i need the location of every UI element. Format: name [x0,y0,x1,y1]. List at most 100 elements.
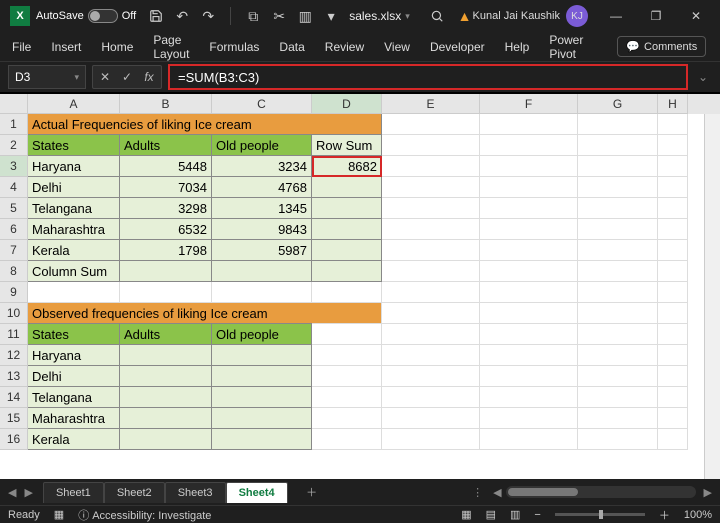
table1-old-4[interactable]: 4768 [212,177,312,198]
cell-E2[interactable] [382,135,480,156]
table1-title[interactable]: Actual Frequencies of liking Ice cream [28,114,382,135]
sheet-tab-sheet1[interactable]: Sheet1 [43,482,104,503]
search-icon[interactable] [429,8,445,24]
tab-help[interactable]: Help [503,36,532,58]
tab-power-pivot[interactable]: Power Pivot [547,29,585,65]
table2-state-12[interactable]: Haryana [28,345,120,366]
enter-formula-icon[interactable]: ✓ [119,70,135,84]
cell-F10[interactable] [480,303,578,324]
cell-G1[interactable] [578,114,658,135]
table2-state-15[interactable]: Maharashtra [28,408,120,429]
table2-header-oldpeople[interactable]: Old people [212,324,312,345]
cell-H5[interactable] [658,198,688,219]
table2-state-14[interactable]: Telangana [28,387,120,408]
cell-F11[interactable] [480,324,578,345]
table1-column-sum-label[interactable]: Column Sum [28,261,120,282]
row-header-14[interactable]: 14 [0,387,28,408]
cell-F4[interactable] [480,177,578,198]
tab-review[interactable]: Review [323,36,366,58]
copy-icon[interactable]: ⧉ [245,8,261,24]
cell-E10[interactable] [382,303,480,324]
cell-E7[interactable] [382,240,480,261]
row-header-2[interactable]: 2 [0,135,28,156]
row-header-10[interactable]: 10 [0,303,28,324]
cell-G9[interactable] [578,282,658,303]
user-account[interactable]: Kunal Jai Kaushik KJ [473,5,588,27]
tab-insert[interactable]: Insert [49,36,83,58]
cell-E11[interactable] [382,324,480,345]
row-header-7[interactable]: 7 [0,240,28,261]
column-header-H[interactable]: H [658,94,688,114]
warning-icon[interactable]: ▲ [457,8,473,24]
accessibility-status[interactable]: ⓘAccessibility: Investigate [78,507,211,523]
cell-F13[interactable] [480,366,578,387]
cell-C13[interactable] [212,366,312,387]
tab-data[interactable]: Data [277,36,306,58]
cell-G11[interactable] [578,324,658,345]
cell-B13[interactable] [120,366,212,387]
cell-D15[interactable] [312,408,382,429]
cell-H13[interactable] [658,366,688,387]
cell-D12[interactable] [312,345,382,366]
row-header-12[interactable]: 12 [0,345,28,366]
cell-E14[interactable] [382,387,480,408]
cell-H12[interactable] [658,345,688,366]
cell-G7[interactable] [578,240,658,261]
tab-home[interactable]: Home [99,36,135,58]
row-header-1[interactable]: 1 [0,114,28,135]
row-header-15[interactable]: 15 [0,408,28,429]
cell-G15[interactable] [578,408,658,429]
sheet-tabs-options-icon[interactable]: ⋮ [472,486,483,499]
view-page-break-icon[interactable]: ▥ [510,508,520,521]
cell-G2[interactable] [578,135,658,156]
close-button[interactable]: ✕ [676,0,716,32]
table1-header-states[interactable]: States [28,135,120,156]
table1-adults-6[interactable]: 6532 [120,219,212,240]
cell-G16[interactable] [578,429,658,450]
row-header-8[interactable]: 8 [0,261,28,282]
table1-old-3[interactable]: 3234 [212,156,312,177]
table1-sum-6[interactable] [312,219,382,240]
column-header-B[interactable]: B [120,94,212,114]
zoom-out-icon[interactable]: − [534,509,540,521]
zoom-in-icon[interactable]: ＋ [659,507,670,523]
cell-H8[interactable] [658,261,688,282]
cell-D8[interactable] [312,261,382,282]
fx-icon[interactable]: fx [141,70,157,84]
save-icon[interactable] [148,8,164,24]
column-header-E[interactable]: E [382,94,480,114]
row-header-11[interactable]: 11 [0,324,28,345]
cell-H1[interactable] [658,114,688,135]
table1-sum-3[interactable]: 8682 [312,156,382,177]
table1-state-3[interactable]: Haryana [28,156,120,177]
cell-G13[interactable] [578,366,658,387]
cell-F14[interactable] [480,387,578,408]
cell-B15[interactable] [120,408,212,429]
cell-H9[interactable] [658,282,688,303]
toggle-icon[interactable] [88,9,118,23]
cell-H14[interactable] [658,387,688,408]
table1-adults-7[interactable]: 1798 [120,240,212,261]
table1-sum-4[interactable] [312,177,382,198]
zoom-level[interactable]: 100% [684,509,712,521]
table1-old-7[interactable]: 5987 [212,240,312,261]
chart-icon[interactable]: ▥ [297,8,313,24]
cell-E5[interactable] [382,198,480,219]
table2-state-16[interactable]: Kerala [28,429,120,450]
cell-E3[interactable] [382,156,480,177]
table1-sum-7[interactable] [312,240,382,261]
cell-G5[interactable] [578,198,658,219]
cell-E12[interactable] [382,345,480,366]
row-header-9[interactable]: 9 [0,282,28,303]
hscroll-right-icon[interactable]: ▶ [704,486,712,499]
zoom-slider[interactable] [555,513,645,516]
filename[interactable]: sales.xlsx ▾ [349,9,410,23]
cell-D13[interactable] [312,366,382,387]
cell-C9[interactable] [212,282,312,303]
tab-view[interactable]: View [382,36,412,58]
hscroll-left-icon[interactable]: ◀ [493,486,501,499]
cell-C14[interactable] [212,387,312,408]
cell-H15[interactable] [658,408,688,429]
autosave-toggle[interactable]: AutoSave Off [36,9,136,23]
cell-D16[interactable] [312,429,382,450]
